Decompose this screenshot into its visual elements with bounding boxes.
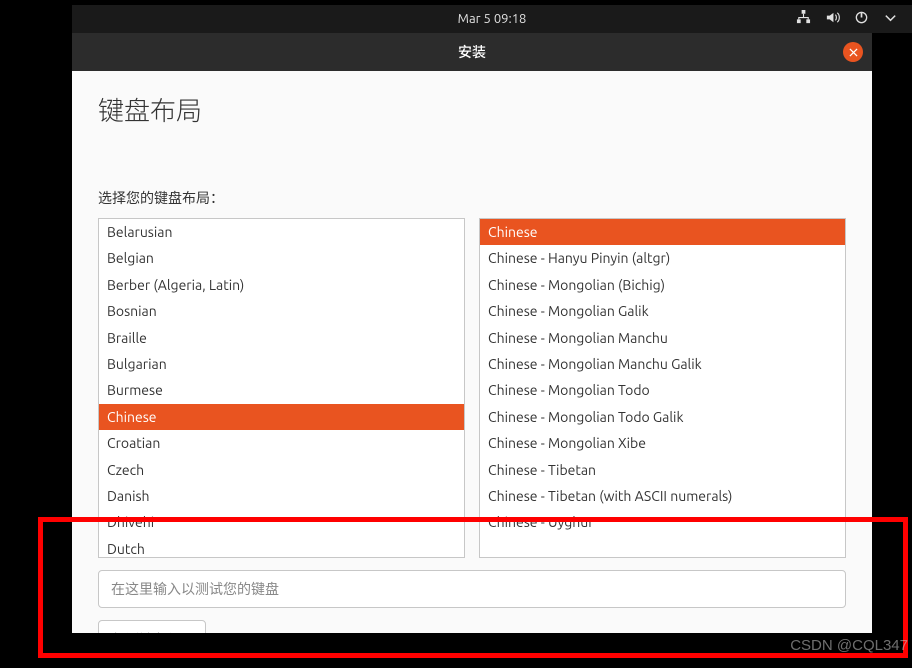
- list-item[interactable]: Dhivehi: [99, 509, 464, 535]
- layout-prompt: 选择您的键盘布局：: [98, 188, 846, 208]
- list-item[interactable]: Chinese - Tibetan: [480, 457, 845, 483]
- watermark-text: CSDN @CQL347: [790, 637, 908, 654]
- volume-icon[interactable]: [825, 10, 840, 28]
- list-item[interactable]: Chinese: [99, 404, 464, 430]
- language-listbox[interactable]: BelarusianBelgianBerber (Algeria, Latin)…: [98, 218, 465, 558]
- keyboard-test-input[interactable]: [98, 570, 846, 608]
- system-topbar: Mar 5 09:18: [72, 5, 912, 33]
- window-content: 键盘布局 选择您的键盘布局： BelarusianBelgianBerber (…: [72, 71, 872, 633]
- window-title: 安装: [458, 42, 486, 62]
- list-item[interactable]: Chinese - Uyghur: [480, 509, 845, 535]
- layout-columns: BelarusianBelgianBerber (Algeria, Latin)…: [98, 218, 846, 558]
- list-item[interactable]: Chinese - Mongolian Manchu: [480, 325, 845, 351]
- list-item[interactable]: Belarusian: [99, 219, 464, 245]
- network-icon[interactable]: [796, 10, 811, 28]
- list-item[interactable]: Czech: [99, 457, 464, 483]
- list-item[interactable]: Danish: [99, 483, 464, 509]
- list-item[interactable]: Belgian: [99, 245, 464, 271]
- power-icon[interactable]: [854, 10, 869, 28]
- close-button[interactable]: [843, 42, 863, 62]
- list-item[interactable]: Dutch: [99, 536, 464, 558]
- detect-layout-button[interactable]: 探测键盘布局: [98, 620, 206, 633]
- list-item[interactable]: Chinese - Hanyu Pinyin (altgr): [480, 245, 845, 271]
- variant-listbox[interactable]: ChineseChinese - Hanyu Pinyin (altgr)Chi…: [479, 218, 846, 558]
- list-item[interactable]: Chinese - Mongolian Todo: [480, 377, 845, 403]
- page-heading: 键盘布局: [98, 91, 846, 128]
- list-item[interactable]: Chinese - Mongolian Xibe: [480, 430, 845, 456]
- list-item[interactable]: Bosnian: [99, 298, 464, 324]
- list-item[interactable]: Bulgarian: [99, 351, 464, 377]
- installer-window: 安装 键盘布局 选择您的键盘布局： BelarusianBelgianBerbe…: [72, 33, 872, 633]
- list-item[interactable]: Chinese: [480, 219, 845, 245]
- list-item[interactable]: Chinese - Mongolian Todo Galik: [480, 404, 845, 430]
- topbar-datetime[interactable]: Mar 5 09:18: [458, 12, 527, 26]
- list-item[interactable]: Chinese - Tibetan (with ASCII numerals): [480, 483, 845, 509]
- list-item[interactable]: Chinese - Mongolian Galik: [480, 298, 845, 324]
- list-item[interactable]: Berber (Algeria, Latin): [99, 272, 464, 298]
- list-item[interactable]: Chinese - Mongolian Manchu Galik: [480, 351, 845, 377]
- chevron-down-icon[interactable]: [883, 10, 898, 28]
- window-titlebar: 安装: [72, 33, 872, 71]
- list-item[interactable]: Burmese: [99, 377, 464, 403]
- list-item[interactable]: Braille: [99, 325, 464, 351]
- list-item[interactable]: Croatian: [99, 430, 464, 456]
- topbar-indicators[interactable]: [796, 10, 912, 28]
- list-item[interactable]: Chinese - Mongolian (Bichig): [480, 272, 845, 298]
